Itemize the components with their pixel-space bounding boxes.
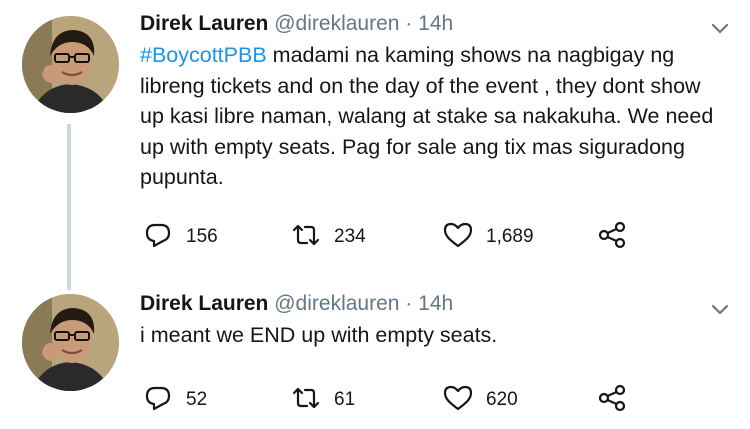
reply-count: 156 bbox=[186, 226, 218, 247]
retweet-icon bbox=[290, 382, 322, 419]
separator: · bbox=[405, 292, 413, 315]
reply-button[interactable]: 52 bbox=[142, 384, 207, 416]
like-button[interactable]: 1,689 bbox=[442, 221, 534, 253]
display-name[interactable]: Direk Lauren bbox=[140, 292, 268, 315]
user-handle[interactable]: @direklauren bbox=[274, 292, 399, 315]
tweet-text: #BoycottPBB madami na kaming shows na na… bbox=[140, 40, 730, 193]
display-name[interactable]: Direk Lauren bbox=[140, 12, 268, 35]
share-icon bbox=[596, 219, 628, 256]
like-count: 1,689 bbox=[486, 226, 534, 247]
retweet-count: 61 bbox=[334, 389, 356, 410]
retweet-icon bbox=[290, 219, 322, 256]
tweet[interactable]: Direk Lauren @direklauren · 14h #Boycott… bbox=[0, 0, 750, 270]
timestamp[interactable]: 14h bbox=[418, 292, 453, 315]
heart-icon bbox=[442, 219, 474, 256]
retweet-button[interactable]: 61 bbox=[290, 384, 355, 416]
share-icon bbox=[596, 382, 628, 419]
tweet-header: Direk Lauren @direklauren · 14h bbox=[140, 12, 453, 36]
reply-icon bbox=[142, 382, 174, 419]
tweet-header: Direk Lauren @direklauren · 14h bbox=[140, 292, 453, 316]
timestamp[interactable]: 14h bbox=[418, 12, 453, 35]
reply-count: 52 bbox=[186, 389, 208, 410]
share-button[interactable] bbox=[596, 221, 628, 253]
share-button[interactable] bbox=[596, 384, 628, 416]
tweet-actions: 52 61 620 bbox=[142, 384, 642, 416]
tweet-text: i meant we END up with empty seats. bbox=[140, 323, 498, 347]
tweet-actions: 156 234 1,689 bbox=[142, 221, 642, 253]
separator: · bbox=[405, 12, 413, 35]
hashtag-link[interactable]: #BoycottPBB bbox=[140, 43, 267, 67]
retweet-button[interactable]: 234 bbox=[290, 221, 366, 253]
reply-icon bbox=[142, 219, 174, 256]
avatar[interactable] bbox=[22, 16, 119, 113]
chevron-down-icon[interactable] bbox=[710, 18, 730, 38]
user-handle[interactable]: @direklauren bbox=[274, 12, 399, 35]
reply-button[interactable]: 156 bbox=[142, 221, 218, 253]
avatar[interactable] bbox=[22, 294, 119, 391]
heart-icon bbox=[442, 382, 474, 419]
like-button[interactable]: 620 bbox=[442, 384, 518, 416]
tweet[interactable]: Direk Lauren @direklauren · 14h i meant … bbox=[0, 286, 750, 429]
retweet-count: 234 bbox=[334, 226, 366, 247]
like-count: 620 bbox=[486, 389, 518, 410]
chevron-down-icon[interactable] bbox=[710, 299, 730, 319]
